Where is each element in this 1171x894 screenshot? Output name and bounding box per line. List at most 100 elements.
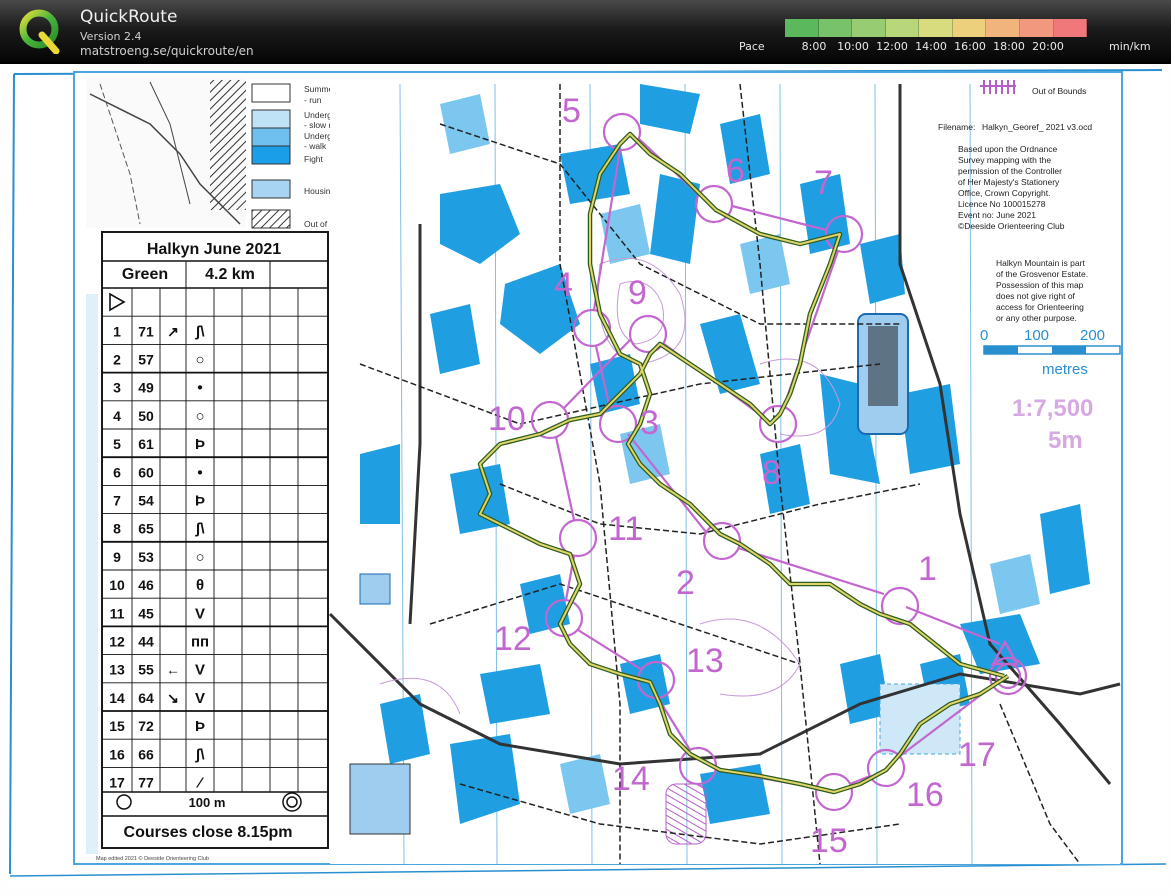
cd-control-code: 71 [138,323,154,339]
orienteering-map[interactable]: Summer undergrowth - run Undergrowth - s… [0,64,1171,894]
cd-control-number: 11 [110,605,125,621]
cd-control-number: 17 [109,775,125,791]
control-number: 1 [918,550,937,588]
cd-control-code: 72 [138,718,154,734]
control-number: 9 [628,274,647,312]
pace-tick: 12:00 [876,40,908,53]
pace-color-swatch [852,19,886,37]
cd-feature-symbol: Þ [195,436,205,453]
estate-line: Possession of this map [996,280,1084,290]
estate-line: does not give right of [996,291,1076,301]
app-version: Version 2.4 [80,30,142,43]
cd-control-number: 13 [109,662,125,678]
pace-tick: 18:00 [993,40,1025,53]
cd-feature-symbol: ○ [195,352,204,369]
cd-control-number: 9 [113,549,121,565]
cd-feature-symbol: • [197,380,202,397]
control-number: 13 [686,642,724,680]
cd-feature-symbol: ʃ\ [194,521,205,538]
info-line: Event no: June 2021 [958,210,1036,220]
cd-control-number: 4 [113,408,121,424]
filename-label: Filename: [938,122,975,132]
footer-credit: Map edited 2021 © Deeside Orienteering C… [96,855,209,862]
cd-control-number: 15 [109,718,125,734]
cd-control-code: 46 [138,577,154,593]
cd-control-number: 7 [113,493,121,509]
filename-value: Halkyn_Georef_ 2021 v3.ocd [982,122,1092,132]
cd-control-number: 5 [113,436,121,452]
title-bar: QuickRoute Version 2.4 matstroeng.se/qui… [0,0,1171,62]
cd-control-number: 1 [113,323,121,339]
cd-control-code: 45 [138,605,154,621]
info-line: Based upon the Ordnance [958,144,1058,154]
pace-tick: 20:00 [1032,40,1064,53]
pace-color-swatch [1019,19,1054,37]
finish-distance: 100 m [189,795,226,810]
control-number: 12 [494,620,532,658]
control-number: 8 [762,454,781,492]
cd-feature-symbol: Þ [195,718,205,735]
estate-line: Halkyn Mountain is part [996,258,1085,268]
legend-label: Fight [304,154,324,164]
pace-color-swatch [919,19,953,37]
cd-direction: ↗ [167,323,179,339]
pace-tick: 14:00 [915,40,947,53]
cd-control-code: 53 [138,549,154,565]
scale-tick: 0 [980,327,988,344]
info-line: Survey mapping with the [958,155,1051,165]
cd-control-number: 8 [113,521,121,537]
pace-tick: 16:00 [954,40,986,53]
estate-line: of the Grosvenor Estate. [996,269,1088,279]
cd-control-code: 49 [138,380,154,396]
pace-color-swatch [1053,19,1088,37]
pace-color-swatch [952,19,987,37]
control-number: 10 [488,400,526,438]
scale-tick: 200 [1080,327,1105,344]
control-number: 11 [608,510,643,548]
legend-label: Out of Bounds [1032,86,1086,96]
cd-feature-symbol: ○ [195,408,204,425]
map-canvas[interactable]: Summer undergrowth - run Undergrowth - s… [0,64,1171,894]
app-url[interactable]: matstroeng.se/quickroute/en [80,44,254,58]
pace-color-swatch [885,19,920,37]
cd-control-number: 3 [113,380,121,396]
cd-control-code: 77 [138,775,154,791]
cd-control-code: 66 [138,746,154,762]
cd-feature-symbol: ʃ\ [194,746,205,763]
pace-tick: 8:00 [801,40,827,53]
cd-course: Green [122,266,168,283]
cd-control-number: 12 [109,634,125,650]
cd-control-code: 65 [138,521,154,537]
cd-control-number: 6 [113,464,121,480]
info-line: Office, Crown Copyright. [958,188,1050,198]
cd-control-code: 44 [138,634,154,650]
cd-feature-symbol: V [195,662,205,679]
cd-feature-symbol: • [197,464,202,481]
control-number: 6 [726,152,745,190]
cd-control-number: 2 [113,352,121,368]
cd-feature-symbol: V [195,605,205,622]
pace-tick: 10:00 [837,40,869,53]
cd-direction: ← [166,662,180,678]
cd-control-number: 16 [109,746,125,762]
cd-control-code: 55 [138,662,154,678]
cd-feature-symbol: Þ [195,493,205,510]
control-number: 3 [640,404,659,442]
scale-tick: 100 [1024,327,1049,344]
cd-feature-symbol: ʃ\ [194,323,205,340]
cd-feature-symbol: ᴨᴨ [191,634,209,651]
legend-label: - walk [304,141,327,151]
cd-control-code: 54 [138,493,154,509]
cd-control-code: 60 [138,464,154,480]
info-line: Licence No 100015278 [958,199,1046,209]
cd-control-code: 61 [138,436,154,452]
control-number: 5 [562,92,581,130]
estate-line: or any other purpose. [996,313,1077,323]
pace-unit: min/km [1109,40,1151,53]
control-description-card: Halkyn June 2021 Green 4.2 km 1 71 ↗ ʃ\2 57 ○… [101,231,329,849]
cd-closing: Courses close 8.15pm [124,824,293,841]
cd-length: 4.2 km [205,266,255,283]
control-number: 2 [676,564,695,602]
cd-feature-symbol: V [195,690,205,707]
info-line: of Her Majesty's Stationery [958,177,1060,187]
